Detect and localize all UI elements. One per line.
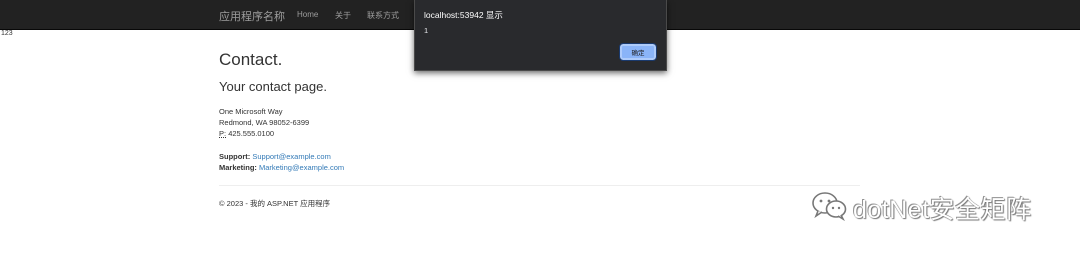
marketing-row: Marketing: Marketing@example.com <box>219 163 344 172</box>
support-email-link[interactable]: Support@example.com <box>252 152 330 161</box>
watermark: dotNet安全矩阵 <box>811 191 1032 226</box>
nav-item-contact[interactable]: 联系方式 <box>367 10 399 21</box>
support-label: Support: <box>219 152 251 161</box>
stray-output-text: 123 <box>1 30 13 37</box>
phone-label: P: <box>219 129 227 138</box>
dialog-title: localhost:53942 显示 <box>424 10 503 20</box>
alert-dialog: localhost:53942 显示 1 确定 <box>414 0 667 71</box>
page-subtitle: Your contact page. <box>219 79 327 94</box>
ok-button[interactable]: 确定 <box>619 43 657 61</box>
footer-text: © 2023 - 我的 ASP.NET 应用程序 <box>219 199 331 208</box>
address-line-1: One Microsoft Way <box>219 107 283 116</box>
nav-item-about[interactable]: 关于 <box>335 10 351 21</box>
dialog-message: 1 <box>424 26 429 35</box>
marketing-email-link[interactable]: Marketing@example.com <box>259 163 344 172</box>
nav-item-home[interactable]: Home <box>297 10 318 19</box>
page-title: Contact. <box>219 50 283 69</box>
footer-divider <box>219 185 860 186</box>
wechat-icon <box>811 191 847 226</box>
watermark-text: dotNet安全矩阵 <box>853 196 1032 224</box>
phone-number: 425.555.0100 <box>228 129 275 138</box>
support-row: Support: Support@example.com <box>219 152 331 161</box>
marketing-label: Marketing: <box>219 163 257 172</box>
address-phone: P: 425.555.0100 <box>219 129 274 138</box>
navbar-brand[interactable]: 应用程序名称 <box>219 8 285 24</box>
address-line-2: Redmond, WA 98052-6399 <box>219 118 310 127</box>
